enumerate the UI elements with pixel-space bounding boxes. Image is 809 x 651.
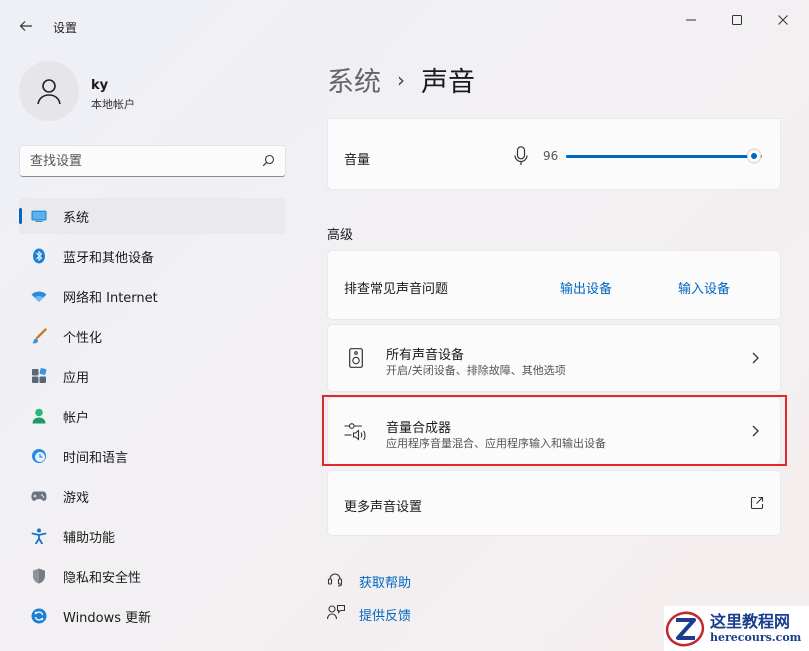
external-link-icon (750, 496, 764, 510)
watermark-title: 这里教程网 (710, 612, 791, 631)
user-icon (37, 79, 61, 105)
update-icon (31, 608, 47, 624)
volume-slider-thumb[interactable] (747, 149, 761, 163)
sidebar-item-label: 辅助功能 (63, 530, 116, 546)
avatar[interactable] (19, 61, 79, 121)
maximize-button[interactable] (722, 8, 752, 32)
troubleshoot-label: 排查常见声音问题 (344, 282, 449, 297)
search-icon[interactable] (262, 154, 275, 171)
watermark-url: herecours.com (710, 631, 802, 644)
minimize-button[interactable] (676, 8, 706, 32)
volume-card: 音量 96 (327, 118, 781, 190)
sidebar-item-time-language[interactable]: 时间和语言 (19, 438, 286, 474)
sidebar-item-personalization[interactable]: 个性化 (19, 318, 286, 354)
title-bar: 设置 (0, 0, 809, 44)
volume-slider[interactable] (566, 149, 766, 163)
bluetooth-icon (31, 248, 47, 264)
watermark-logo-icon (664, 608, 706, 650)
wifi-icon (31, 288, 47, 304)
sidebar-item-accounts[interactable]: 帐户 (19, 398, 286, 434)
sidebar-item-label: 游戏 (63, 490, 90, 506)
volume-slider-fill (566, 155, 754, 158)
gamepad-icon (31, 488, 47, 504)
sidebar-item-label: Windows 更新 (63, 610, 152, 626)
apps-icon (31, 368, 47, 384)
watermark: 这里教程网 herecours.com (664, 606, 809, 651)
account-icon (31, 408, 47, 424)
microphone-icon[interactable] (514, 146, 528, 170)
system-icon (31, 208, 47, 224)
get-help-row[interactable]: 获取帮助 (327, 571, 411, 591)
accessibility-icon (31, 528, 47, 544)
sidebar-item-label: 时间和语言 (63, 450, 129, 466)
close-button[interactable] (768, 8, 798, 32)
speaker-icon (349, 348, 363, 372)
section-heading-advanced: 高级 (327, 228, 354, 243)
sidebar-item-privacy[interactable]: 隐私和安全性 (19, 558, 286, 594)
all-sound-devices-title: 所有声音设备 (386, 348, 465, 363)
sidebar-item-label: 网络和 Internet (63, 290, 158, 306)
sidebar-nav: 系统 蓝牙和其他设备 网络和 Internet 个性化 应用 帐户 时间和语言 … (19, 198, 286, 638)
feedback-link[interactable]: 提供反馈 (359, 605, 411, 624)
sidebar-item-label: 帐户 (63, 410, 90, 426)
search-input[interactable] (30, 152, 250, 170)
search-box[interactable] (19, 145, 286, 177)
sidebar-item-label: 蓝牙和其他设备 (63, 250, 155, 266)
close-icon (778, 15, 788, 25)
sidebar-item-accessibility[interactable]: 辅助功能 (19, 518, 286, 554)
help-icon (327, 571, 345, 591)
sidebar-item-label: 系统 (63, 210, 90, 226)
page-title: 声音 (421, 67, 475, 98)
all-sound-devices-card[interactable]: 所有声音设备 开启/关闭设备、排除故障、其他选项 (327, 324, 781, 392)
back-button[interactable] (14, 14, 38, 38)
more-sound-settings-card[interactable]: 更多声音设置 (327, 470, 781, 536)
input-devices-link[interactable]: 输入设备 (678, 278, 730, 297)
app-title: 设置 (53, 21, 78, 35)
sidebar-item-label: 个性化 (63, 330, 103, 346)
brush-icon (31, 328, 47, 344)
breadcrumb-parent[interactable]: 系统 (327, 60, 381, 99)
maximize-icon (732, 15, 742, 25)
volume-value: 96 (543, 149, 559, 163)
sidebar-item-gaming[interactable]: 游戏 (19, 478, 286, 514)
troubleshoot-card: 排查常见声音问题 输出设备 输入设备 (327, 250, 781, 320)
sidebar-item-network[interactable]: 网络和 Internet (19, 278, 286, 314)
account-type: 本地帐户 (91, 98, 135, 111)
sidebar-item-apps[interactable]: 应用 (19, 358, 286, 394)
more-sound-settings-title: 更多声音设置 (344, 500, 423, 515)
sidebar-item-windows-update[interactable]: Windows 更新 (19, 598, 286, 634)
minimize-icon (686, 19, 696, 21)
user-name: ky (91, 78, 109, 93)
sidebar-item-label: 隐私和安全性 (63, 570, 142, 586)
all-sound-devices-subtitle: 开启/关闭设备、排除故障、其他选项 (386, 364, 566, 377)
volume-label: 音量 (344, 153, 371, 168)
highlight-box (322, 395, 787, 466)
feedback-row[interactable]: 提供反馈 (326, 604, 411, 624)
breadcrumb-separator: › (397, 67, 405, 92)
shield-icon (31, 568, 47, 584)
sidebar-item-bluetooth[interactable]: 蓝牙和其他设备 (19, 238, 286, 274)
output-devices-link[interactable]: 输出设备 (560, 278, 612, 297)
sidebar-item-label: 应用 (63, 370, 90, 386)
breadcrumb: 系统 › 声音 (327, 60, 475, 99)
chevron-right-icon (752, 352, 759, 364)
back-arrow-icon (19, 21, 32, 31)
sidebar-item-system[interactable]: 系统 (19, 198, 286, 234)
feedback-icon (326, 604, 346, 624)
clock-globe-icon (31, 448, 47, 464)
get-help-link[interactable]: 获取帮助 (359, 572, 411, 591)
